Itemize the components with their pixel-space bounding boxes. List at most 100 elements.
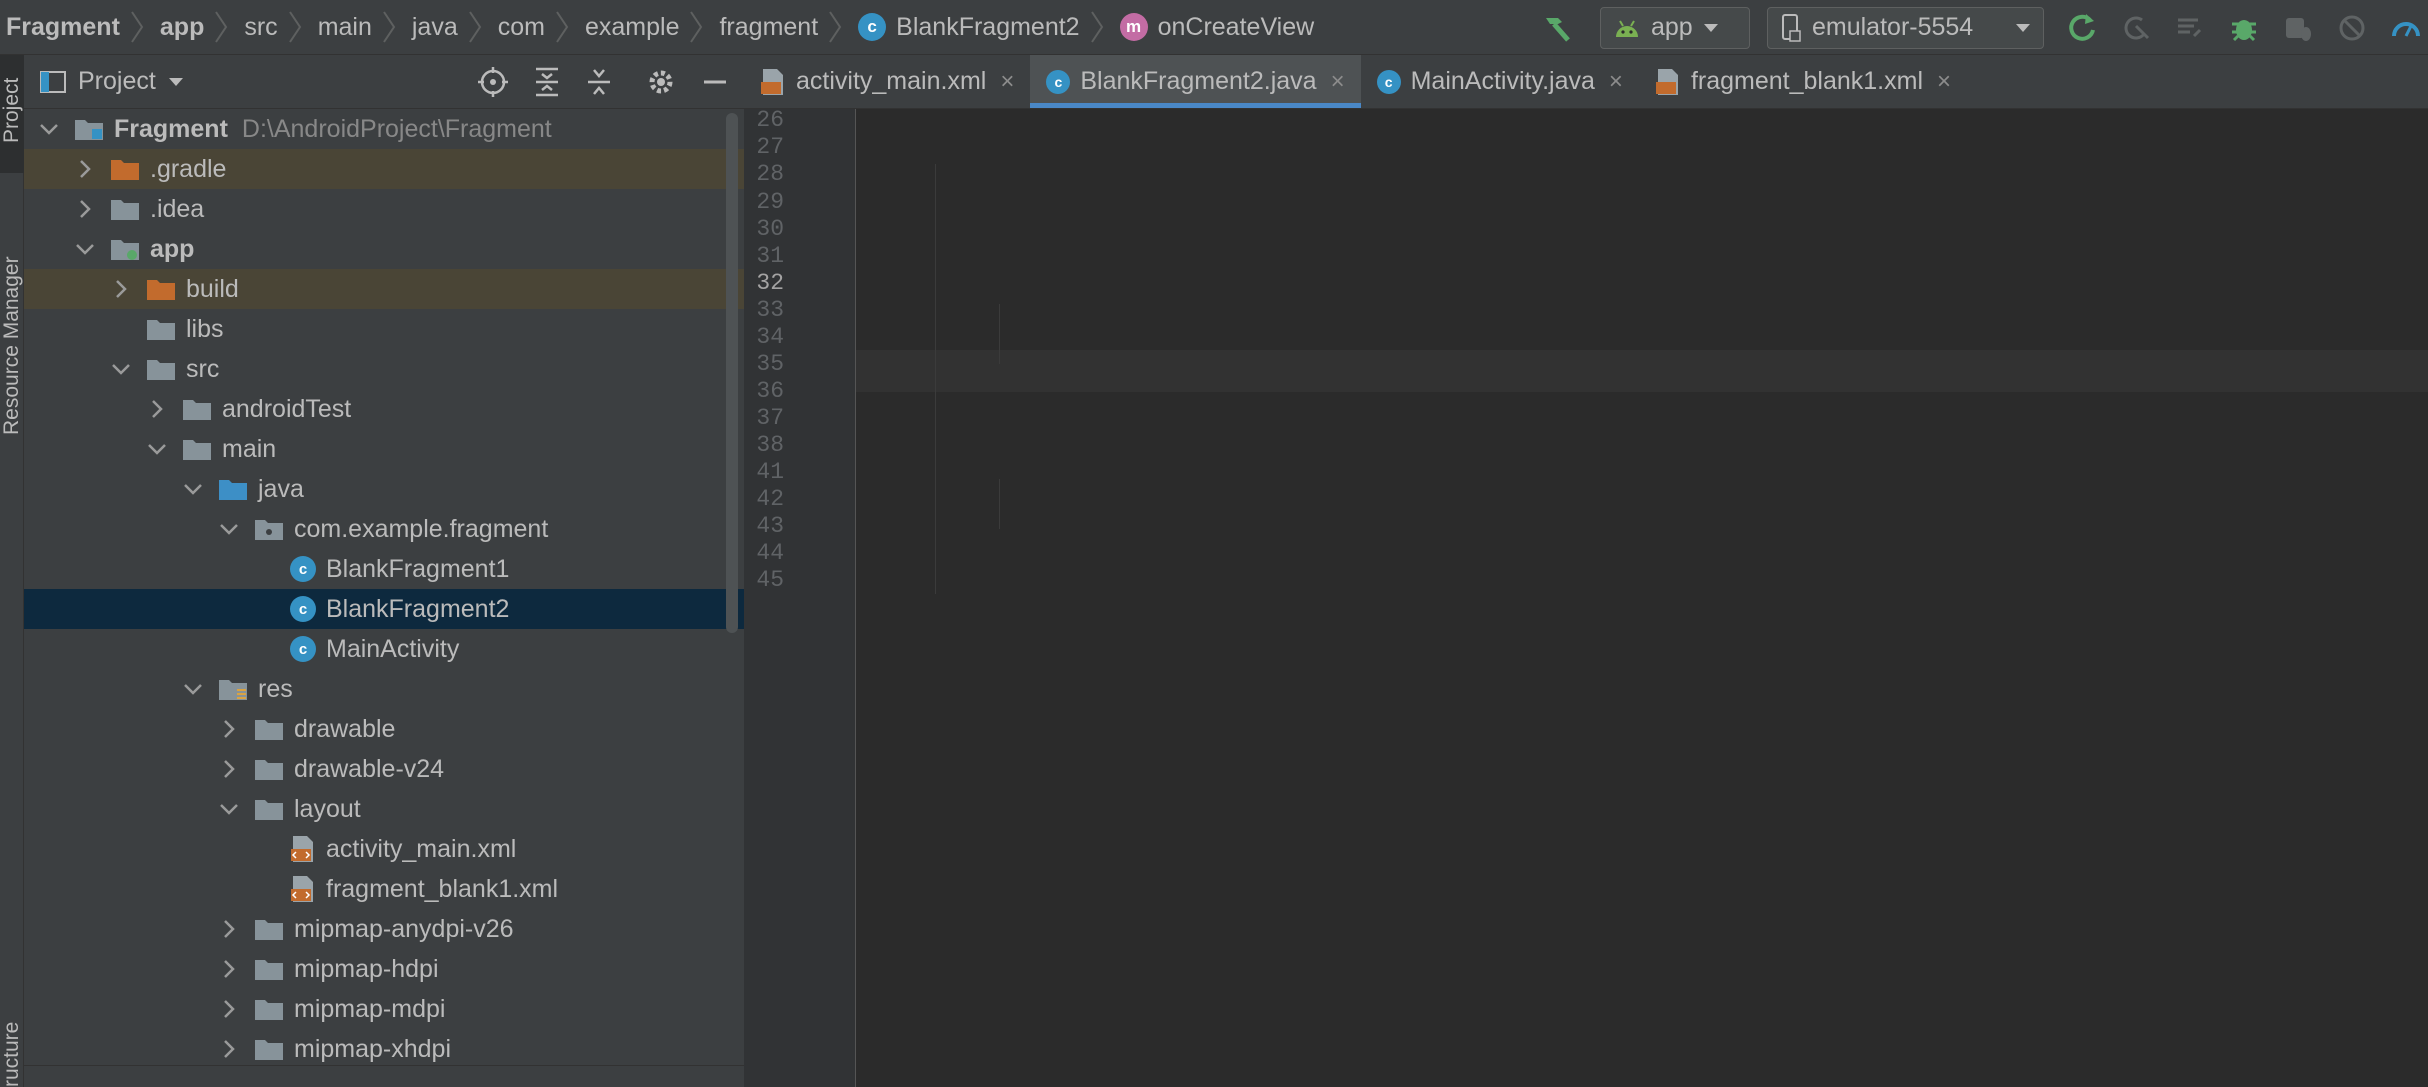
profiler-button[interactable] (2386, 8, 2426, 48)
project-view-icon (40, 70, 66, 93)
tree-item-androidtest[interactable]: androidTest (24, 389, 744, 429)
expand-all-icon (536, 67, 558, 97)
run-config-select[interactable]: app (1600, 6, 1750, 49)
tree-item-src[interactable]: src (24, 349, 744, 389)
class-icon: c (1376, 69, 1401, 94)
tree-item-label: res (258, 674, 293, 703)
tree-item-label: mipmap-mdpi (294, 994, 446, 1023)
tree-item-mipmap-hdpi[interactable]: mipmap-hdpi (24, 949, 744, 989)
tree-item-blankfragment2[interactable]: c BlankFragment2 (24, 589, 744, 629)
chevron-down-icon (1703, 23, 1718, 32)
line-number: 36 (756, 378, 784, 404)
breadcrumb-item-fragment-package[interactable]: fragment (713, 0, 818, 54)
tab-mainactivity-java[interactable]: c MainActivity.java × (1361, 55, 1639, 108)
breadcrumb-item-class[interactable]: c BlankFragment2 (852, 0, 1080, 54)
tab-fragment-blank1-xml[interactable]: fragment_blank1.xml × (1639, 55, 1967, 108)
tree-item-blankfragment1[interactable]: c BlankFragment1 (24, 549, 744, 589)
tree-item-gradle[interactable]: .gradle (24, 149, 744, 189)
tree-item-drawable-v24[interactable]: drawable-v24 (24, 749, 744, 789)
tree-item-build[interactable]: build (24, 269, 744, 309)
bottom-panel-edge (24, 1065, 744, 1087)
collapse-all-button[interactable] (582, 65, 616, 106)
tree-item-app[interactable]: app (24, 229, 744, 269)
chevron-right-icon (690, 11, 703, 43)
code-editor[interactable]: 26 27 28 29 30 31 32 33 34 35 36 37 38 4… (744, 107, 2428, 1087)
breadcrumb-item-fragment[interactable]: Fragment (0, 0, 120, 54)
breadcrumb-class-label: BlankFragment2 (896, 12, 1080, 41)
chevron-right-icon (224, 1040, 235, 1058)
tab-label: BlankFragment2.java (1080, 67, 1317, 95)
tree-item-res[interactable]: res (24, 669, 744, 709)
rerun-button[interactable] (2062, 8, 2102, 48)
tree-item-fragment-blank1-xml[interactable]: fragment_blank1.xml (24, 869, 744, 909)
debug-button[interactable] (2224, 8, 2264, 48)
tree-item-drawable[interactable]: drawable (24, 709, 744, 749)
tree-item-main[interactable]: main (24, 429, 744, 469)
attach-debugger-button[interactable] (2278, 8, 2318, 48)
expand-all-button[interactable] (530, 65, 564, 106)
tab-activity-main-xml[interactable]: activity_main.xml × (744, 55, 1030, 108)
chevron-down-icon (184, 484, 202, 495)
build-hammer-button[interactable] (1538, 0, 1578, 55)
chevron-right-icon (829, 11, 842, 43)
tree-item-label: mipmap-xhdpi (294, 1034, 452, 1063)
tree-item-idea[interactable]: .idea (24, 189, 744, 229)
breadcrumb-item-main[interactable]: main (312, 0, 372, 54)
stop-icon (2339, 15, 2365, 40)
project-tree-scrollbar[interactable] (726, 113, 738, 633)
folder-icon (255, 960, 283, 980)
locate-button[interactable] (476, 65, 510, 106)
tree-item-label: .gradle (150, 154, 227, 183)
device-label: emulator-5554 (1812, 13, 1974, 41)
stop-button[interactable] (2332, 8, 2372, 48)
close-icon[interactable]: × (1609, 68, 1623, 96)
project-view-selector[interactable]: Project (40, 67, 184, 96)
tree-item-mipmap-mdpi[interactable]: mipmap-mdpi (24, 989, 744, 1029)
project-tool-tab[interactable]: Project (0, 55, 24, 173)
tree-item-label: src (186, 354, 220, 383)
current-line-highlight (744, 350, 2428, 392)
tree-item-libs[interactable]: libs (24, 309, 744, 349)
gear-icon (649, 70, 673, 94)
chevron-right-icon (224, 720, 235, 738)
resource-manager-tool-tab[interactable]: Resource Manager (0, 195, 24, 455)
close-icon[interactable]: × (1937, 68, 1951, 96)
breadcrumb-item-example[interactable]: example (579, 0, 680, 54)
breadcrumb: Fragment app src main java com example f… (0, 0, 1314, 54)
tree-item-activity-main-xml[interactable]: activity_main.xml (24, 829, 744, 869)
tree-item-mainactivity[interactable]: c MainActivity (24, 629, 744, 669)
close-icon[interactable]: × (1000, 68, 1014, 96)
tree-item-label: .idea (150, 194, 205, 223)
breadcrumb-item-method[interactable]: m onCreateView (1114, 0, 1314, 54)
apply-code-changes-button[interactable] (2170, 8, 2210, 48)
tree-item-package[interactable]: com.example.fragment (24, 509, 744, 549)
breadcrumb-item-app[interactable]: app (154, 0, 204, 54)
tree-item-mipmap-anydpi-v26[interactable]: mipmap-anydpi-v26 (24, 909, 744, 949)
apply-changes-button[interactable] (2116, 8, 2156, 48)
apply-code-icon (2178, 18, 2202, 37)
tab-blankfragment2-java[interactable]: c BlankFragment2.java × (1030, 55, 1361, 108)
tree-item-root[interactable]: Fragment D:\AndroidProject\Fragment (24, 109, 744, 149)
collapse-all-icon (588, 69, 610, 95)
chevron-down-icon (184, 684, 202, 695)
line-number: 33 (756, 297, 784, 323)
line-number: 31 (756, 243, 784, 269)
breadcrumb-item-src[interactable]: src (238, 0, 277, 54)
settings-button[interactable] (644, 65, 678, 106)
tree-item-java[interactable]: java (24, 469, 744, 509)
hide-panel-button[interactable] (698, 65, 732, 106)
breadcrumb-item-com[interactable]: com (492, 0, 545, 54)
structure-tool-tab[interactable]: ructure (0, 1015, 24, 1087)
close-icon[interactable]: × (1331, 68, 1345, 96)
line-number: 35 (756, 351, 784, 377)
line-number: 26 (756, 107, 784, 133)
tree-item-mipmap-xhdpi[interactable]: mipmap-xhdpi (24, 1029, 744, 1069)
device-select[interactable]: emulator-5554 (1767, 6, 2044, 49)
breadcrumb-item-java[interactable]: java (406, 0, 458, 54)
chevron-right-icon (224, 920, 235, 938)
gauge-icon (2392, 21, 2420, 37)
chevron-right-icon (1090, 11, 1103, 43)
tree-item-layout[interactable]: layout (24, 789, 744, 829)
hammer-icon (1546, 17, 1570, 42)
tree-item-label: mipmap-anydpi-v26 (294, 914, 514, 943)
